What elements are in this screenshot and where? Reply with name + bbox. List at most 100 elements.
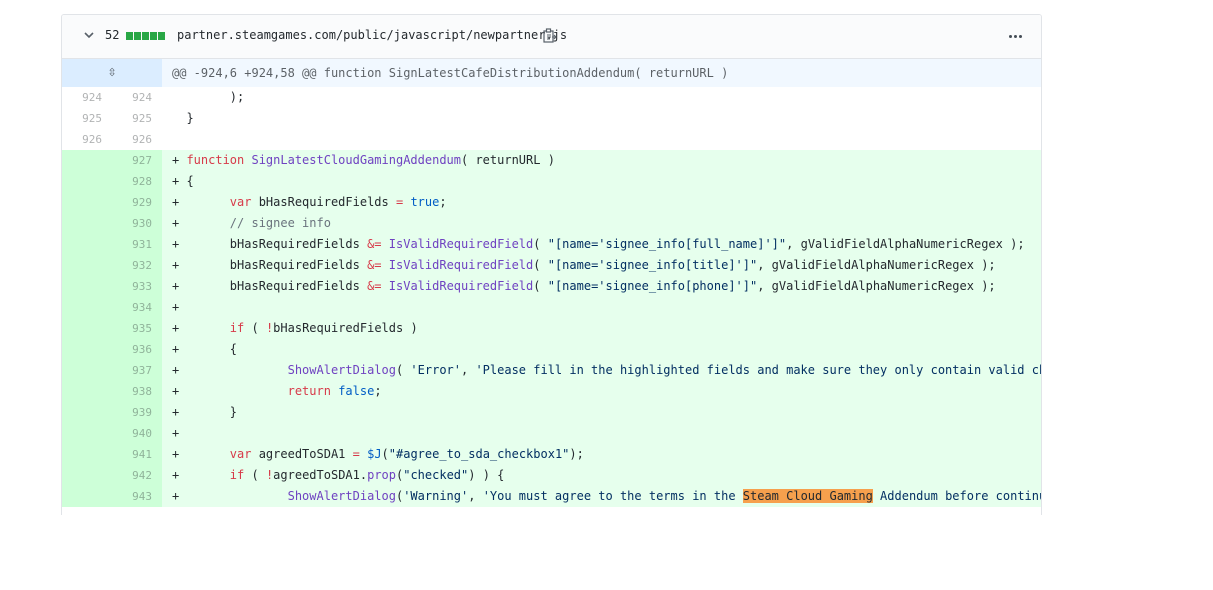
line-number-gutter: 928 (62, 171, 162, 192)
old-line-number[interactable]: 924 (62, 87, 102, 108)
new-line-number[interactable]: 928 (102, 171, 152, 192)
new-line-number[interactable]: 940 (102, 423, 152, 444)
code-line: + function SignLatestCloudGamingAddendum… (172, 153, 555, 167)
diffstat-bar (126, 32, 166, 40)
old-line-number[interactable] (62, 234, 102, 255)
added-line: 935 + if ( !bHasRequiredFields ) (62, 318, 1041, 339)
diffstat-block (142, 32, 149, 40)
clipboard-icon[interactable] (543, 28, 557, 44)
new-line-number[interactable]: 934 (102, 297, 152, 318)
code-line: + (172, 300, 180, 314)
added-line: 936 + { (62, 339, 1041, 360)
old-line-number[interactable] (62, 360, 102, 381)
added-line: 937 + ShowAlertDialog( 'Error', 'Please f… (62, 360, 1041, 381)
code-line: + if ( !bHasRequiredFields ) (172, 321, 418, 335)
old-line-number[interactable] (62, 192, 102, 213)
old-line-number[interactable] (62, 486, 102, 507)
new-line-number[interactable]: 936 (102, 339, 152, 360)
file-path-link[interactable]: partner.steamgames.com/public/javascript… (177, 28, 567, 42)
old-line-number[interactable] (62, 276, 102, 297)
kebab-horizontal-icon[interactable] (1005, 26, 1025, 46)
diff-file: 52 partner.steamgames.com/public/javascr… (61, 14, 1042, 515)
old-line-number[interactable]: 926 (62, 129, 102, 150)
line-number-gutter: 938 (62, 381, 162, 402)
code-line: + ShowAlertDialog('Warning', 'You must a… (172, 489, 1041, 503)
code-line: + } (172, 405, 238, 419)
new-line-number[interactable]: 927 (102, 150, 152, 171)
old-line-number[interactable]: 925 (62, 108, 102, 129)
new-line-number[interactable]: 938 (102, 381, 152, 402)
new-line-number[interactable]: 943 (102, 486, 152, 507)
line-number-gutter: 926 926 (62, 129, 162, 150)
code-line: } (172, 111, 194, 125)
old-line-number[interactable] (62, 423, 102, 444)
code-line: + var agreedToSDA1 = $J("#agree_to_sda_c… (172, 447, 584, 461)
old-line-number[interactable] (62, 402, 102, 423)
diff-table: ⇳ @@ -924,6 +924,58 @@ function SignLate… (62, 59, 1041, 507)
code-line: + if ( !agreedToSDA1.prop("checked") ) { (172, 468, 505, 482)
new-line-number[interactable]: 933 (102, 276, 152, 297)
new-line-number[interactable]: 932 (102, 255, 152, 276)
old-line-number[interactable] (62, 297, 102, 318)
added-line: 938 + return false; (62, 381, 1041, 402)
new-line-number[interactable]: 926 (102, 129, 152, 150)
code-line: + { (172, 174, 194, 188)
line-number-gutter: 935 (62, 318, 162, 339)
added-line: 943 + ShowAlertDialog('Warning', 'You mus… (62, 486, 1041, 507)
new-line-number[interactable]: 929 (102, 192, 152, 213)
diffstat-block (150, 32, 157, 40)
new-line-number[interactable]: 941 (102, 444, 152, 465)
old-line-number[interactable] (62, 213, 102, 234)
line-number-gutter: 936 (62, 339, 162, 360)
old-line-number[interactable] (62, 339, 102, 360)
new-line-number[interactable]: 937 (102, 360, 152, 381)
line-number-gutter: 927 (62, 150, 162, 171)
line-number-gutter: 934 (62, 297, 162, 318)
new-line-number[interactable]: 930 (102, 213, 152, 234)
added-line: 927 + function SignLatestCloudGamingAdden… (62, 150, 1041, 171)
line-number-gutter: 925 925 (62, 108, 162, 129)
line-number-gutter: 943 (62, 486, 162, 507)
added-line: 942 + if ( !agreedToSDA1.prop("checked") … (62, 465, 1041, 486)
diffstat-block (134, 32, 141, 40)
new-line-number[interactable]: 939 (102, 402, 152, 423)
line-number-gutter: 930 (62, 213, 162, 234)
line-number-gutter: 940 (62, 423, 162, 444)
code-line: + bHasRequiredFields &= IsValidRequiredF… (172, 258, 996, 272)
code-line: + return false; (172, 384, 382, 398)
added-line: 933 + bHasRequiredFields &= IsValidRequir… (62, 276, 1041, 297)
new-line-number[interactable]: 925 (102, 108, 152, 129)
context-line: 925 925 } (62, 108, 1041, 129)
added-line: 940 + (62, 423, 1041, 444)
line-number-gutter: 939 (62, 402, 162, 423)
code-line: ); (172, 90, 245, 104)
line-number-gutter: 931 (62, 234, 162, 255)
unfold-icon[interactable]: ⇳ (62, 59, 162, 87)
old-line-number[interactable] (62, 150, 102, 171)
context-line: 926 926 (62, 129, 1041, 150)
new-line-number[interactable]: 935 (102, 318, 152, 339)
new-line-number[interactable]: 942 (102, 465, 152, 486)
search-highlight: Steam Cloud Gaming (742, 489, 873, 503)
new-line-number[interactable]: 931 (102, 234, 152, 255)
hunk-header: @@ -924,6 +924,58 @@ function SignLatest… (162, 59, 1041, 87)
old-line-number[interactable] (62, 171, 102, 192)
new-line-number[interactable]: 924 (102, 87, 152, 108)
old-line-number[interactable] (62, 465, 102, 486)
old-line-number[interactable] (62, 255, 102, 276)
old-line-number[interactable] (62, 381, 102, 402)
old-line-number[interactable] (62, 444, 102, 465)
line-number-gutter: 924 924 (62, 87, 162, 108)
file-header: 52 partner.steamgames.com/public/javascr… (62, 15, 1041, 59)
context-line: 924 924 ); (62, 87, 1041, 108)
code-line: + bHasRequiredFields &= IsValidRequiredF… (172, 237, 1025, 251)
added-line: 931 + bHasRequiredFields &= IsValidRequir… (62, 234, 1041, 255)
code-line: + { (172, 342, 238, 356)
old-line-number[interactable] (62, 318, 102, 339)
line-number-gutter: 933 (62, 276, 162, 297)
code-line: + (172, 426, 180, 440)
diffstat-count: 52 (105, 28, 120, 42)
code-line: + // signee info (172, 216, 331, 230)
line-number-gutter: 932 (62, 255, 162, 276)
chevron-down-icon[interactable] (81, 27, 97, 43)
